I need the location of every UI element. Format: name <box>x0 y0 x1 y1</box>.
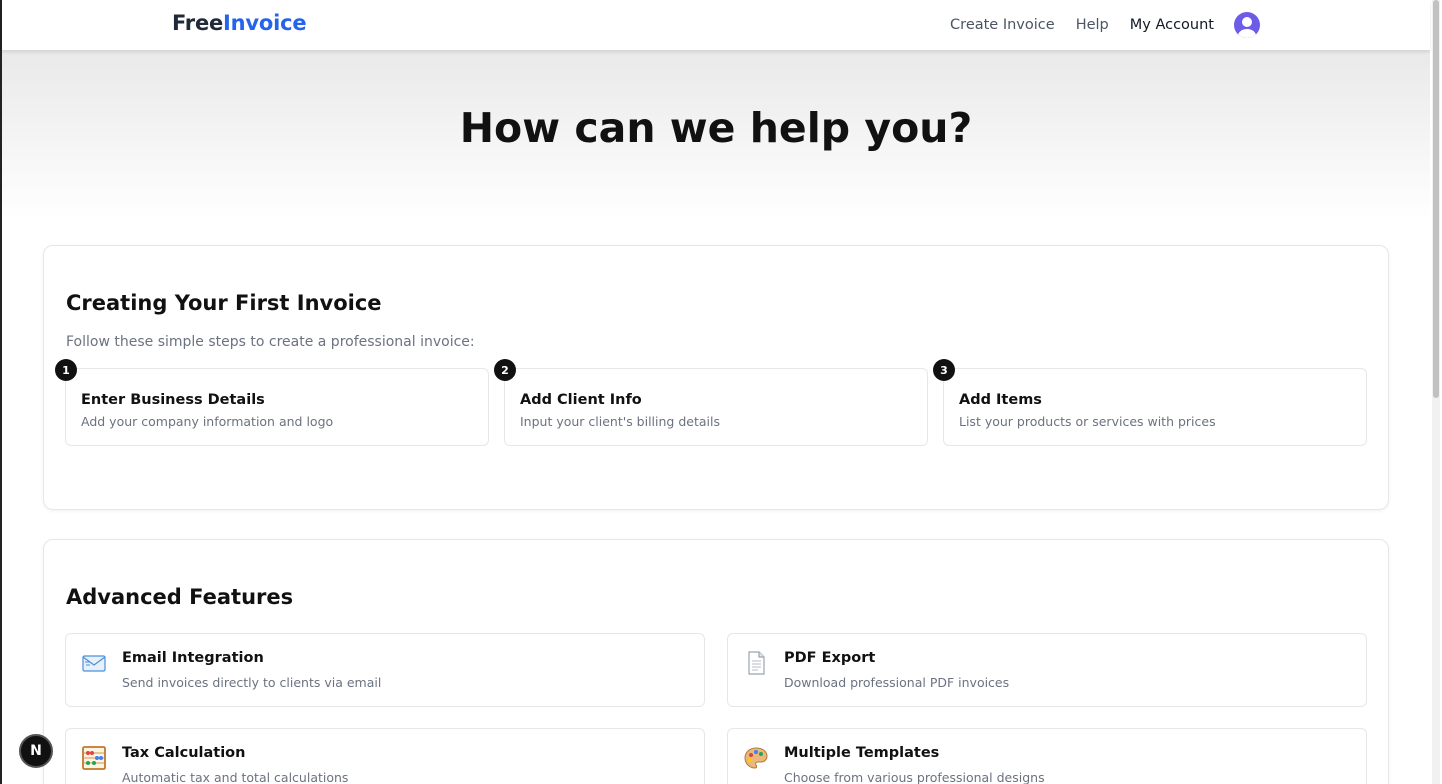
step-title: Add Client Info <box>520 392 642 408</box>
feature-multiple-templates: Multiple Templates Choose from various p… <box>727 728 1367 784</box>
first-invoice-subtitle: Follow these simple steps to create a pr… <box>66 334 475 350</box>
page-title: How can we help you? <box>459 104 973 152</box>
palette-icon <box>743 745 769 771</box>
advanced-features-card: Advanced Features Email Integration Send… <box>43 539 1389 784</box>
step-card: 3 Add Items List your products or servic… <box>933 359 1367 446</box>
feature-pdf-export: PDF Export Download professional PDF inv… <box>727 633 1367 707</box>
logo-text-free: Free <box>172 11 224 35</box>
feature-description: Send invoices directly to clients via em… <box>122 675 382 690</box>
first-invoice-card: Creating Your First Invoice Follow these… <box>43 245 1389 510</box>
feature-title: Email Integration <box>122 650 264 666</box>
feature-tax-calculation: Tax Calculation Automatic tax and total … <box>65 728 705 784</box>
logo-text-invoice: Invoice <box>223 11 307 35</box>
step-title: Enter Business Details <box>81 392 265 408</box>
step-title: Add Items <box>959 392 1042 408</box>
nav-help[interactable]: Help <box>1076 17 1109 33</box>
scrollbar[interactable] <box>1432 0 1440 784</box>
nextjs-devtools-button[interactable]: N <box>19 734 53 768</box>
logo[interactable]: FreeInvoice <box>172 11 307 35</box>
step-number: 1 <box>55 359 77 381</box>
step-description: Add your company information and logo <box>81 414 334 429</box>
avatar-head <box>1242 17 1252 27</box>
advanced-features-title: Advanced Features <box>66 585 294 609</box>
step-card: 2 Add Client Info Input your client's bi… <box>494 359 928 446</box>
navbar: FreeInvoice Create Invoice Help My Accou… <box>2 0 1430 51</box>
abacus-icon <box>81 745 107 771</box>
step-description: List your products or services with pric… <box>959 414 1216 429</box>
step-description: Input your client's billing details <box>520 414 720 429</box>
avatar-body <box>1238 29 1256 38</box>
step-card: 1 Enter Business Details Add your compan… <box>55 359 489 446</box>
first-invoice-title: Creating Your First Invoice <box>66 291 382 315</box>
feature-description: Download professional PDF invoices <box>784 675 1010 690</box>
scrollbar-thumb[interactable] <box>1433 0 1439 398</box>
nav-links: Create Invoice Help My Account <box>929 0 1260 50</box>
feature-title: Multiple Templates <box>784 745 940 761</box>
feature-title: PDF Export <box>784 650 876 666</box>
feature-description: Automatic tax and total calculations <box>122 770 349 784</box>
hero: How can we help you? <box>2 51 1430 221</box>
email-icon <box>81 650 107 676</box>
step-number: 2 <box>494 359 516 381</box>
feature-description: Choose from various professional designs <box>784 770 1045 784</box>
feature-email-integration: Email Integration Send invoices directly… <box>65 633 705 707</box>
nav-my-account[interactable]: My Account <box>1130 17 1214 33</box>
feature-title: Tax Calculation <box>122 745 246 761</box>
user-avatar-icon[interactable] <box>1234 12 1260 38</box>
nav-create-invoice[interactable]: Create Invoice <box>950 17 1055 33</box>
document-icon <box>743 650 769 676</box>
step-number: 3 <box>933 359 955 381</box>
